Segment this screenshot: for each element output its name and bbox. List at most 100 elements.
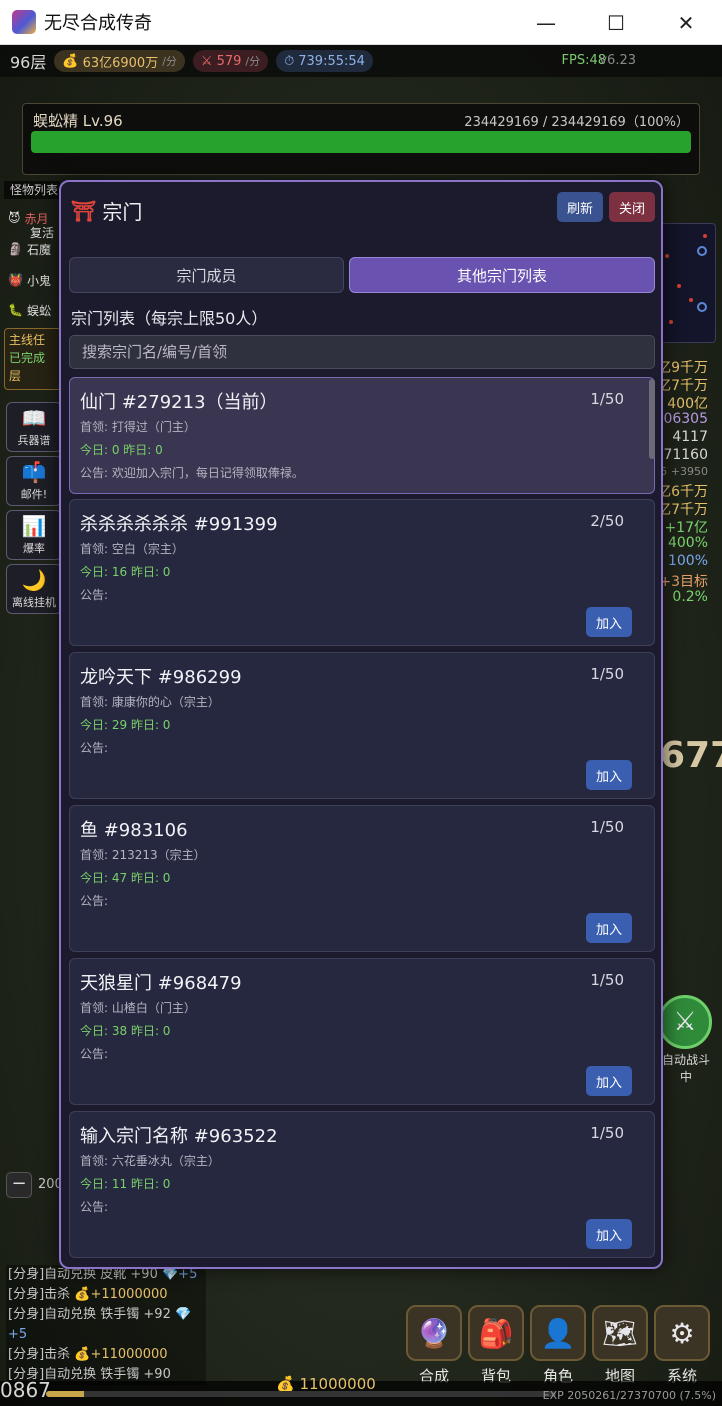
- centipede-icon: 🐛: [8, 303, 23, 317]
- sect-member-count: 1/50: [590, 971, 624, 989]
- stopwatch-icon: ⏱: [284, 53, 295, 69]
- battle-log: [分身]自动兑换 皮靴 +90 💎+5 [分身]击杀 💰+11000000 [分…: [6, 1265, 206, 1385]
- backpack-icon: 🎒: [468, 1305, 524, 1361]
- gold-rate-badge: 💰 63亿6900万 /分: [54, 50, 185, 72]
- monster-row[interactable]: 🗿 石魔: [8, 238, 62, 260]
- nav-map[interactable]: 🗺 地图: [592, 1305, 648, 1389]
- minimap-marker: [697, 246, 707, 256]
- drop-rate-label: 爆率: [23, 542, 45, 555]
- minimize-button[interactable]: —: [511, 0, 581, 45]
- timer-badge: ⏱ 739:55:54: [276, 50, 373, 72]
- sect-list: 仙门 #279213（当前） 1/50 首领: 打得过（门主） 今日: 0 昨日…: [69, 377, 655, 1259]
- monster-name: 蜈蚣: [26, 303, 51, 318]
- sect-modal: ⛩ 宗门 刷新 关闭 宗门成员 其他宗门列表 宗门列表（每宗上限50人） 仙门 …: [59, 180, 663, 1269]
- sect-member-count: 1/50: [590, 665, 624, 683]
- join-sect-button[interactable]: 加入: [586, 607, 632, 637]
- character-icon: 👤: [530, 1305, 586, 1361]
- sect-notice: 公告:: [80, 894, 109, 908]
- log-line: [分身]击杀 💰+11000000: [8, 1345, 206, 1365]
- weapon-codex-button[interactable]: 📖 兵器谱: [6, 402, 62, 452]
- join-sect-button[interactable]: 加入: [586, 1219, 632, 1249]
- join-sect-button[interactable]: 加入: [586, 913, 632, 943]
- tab-sect-members[interactable]: 宗门成员: [69, 257, 344, 293]
- demon-icon: 😈: [8, 211, 21, 225]
- nav-synthesize[interactable]: 🔮 合成: [406, 1305, 462, 1389]
- quest-floor: 层: [9, 369, 22, 383]
- sect-leader: 首领: 康康你的心（宗主）: [80, 695, 220, 709]
- sect-list-scrollbar[interactable]: [649, 379, 655, 459]
- bottom-nav: 🔮 合成 🎒 背包 👤 角色 🗺 地图 ⚙ 系统: [406, 1305, 722, 1389]
- sect-notice: 公告:: [80, 588, 109, 602]
- refresh-button[interactable]: 刷新: [557, 192, 603, 222]
- sect-member-count: 1/50: [590, 818, 624, 836]
- drop-rate-button[interactable]: 📊 爆率: [6, 510, 62, 560]
- minimap-enemy-dot: [689, 298, 693, 302]
- sect-notice: 公告: 欢迎加入宗门，每日记得领取俸禄。: [80, 466, 304, 480]
- close-modal-button[interactable]: 关闭: [609, 192, 655, 222]
- sect-card: 天狼星门 #968479 1/50 首领: 山楂白（门主） 今日: 38 昨日:…: [69, 958, 655, 1105]
- exp-text: EXP 2050261/27370700 (7.5%): [542, 1389, 716, 1402]
- monster-name: 石魔: [26, 242, 51, 257]
- boss-hp-text: 234429169 / 234429169（100%）: [464, 115, 689, 130]
- nav-system[interactable]: ⚙ 系统: [654, 1305, 710, 1389]
- gold-rate-unit: /分: [162, 55, 177, 68]
- minimap[interactable]: [654, 223, 716, 343]
- monster-row[interactable]: 👹 小鬼: [8, 269, 62, 291]
- sect-member-count: 2/50: [590, 512, 624, 530]
- join-sect-button[interactable]: 加入: [586, 760, 632, 790]
- minimap-enemy-dot: [665, 254, 669, 258]
- boss-hp-fill: [31, 131, 691, 153]
- log-line: [分身]自动兑换 铁手镯 +92 💎+5: [8, 1305, 206, 1345]
- close-window-button[interactable]: ✕: [651, 0, 721, 45]
- sect-card: 鱼 #983106 1/50 首领: 213213（宗主） 今日: 47 昨日:…: [69, 805, 655, 952]
- tab-other-sects[interactable]: 其他宗门列表: [349, 257, 655, 293]
- torii-icon: ⛩: [71, 198, 97, 223]
- crossed-swords-icon: ⚔: [200, 53, 213, 69]
- sect-name: 龙吟天下 #986299: [80, 667, 242, 688]
- window-title: 无尽合成传奇: [44, 13, 152, 34]
- sect-stats: 今日: 29 昨日: 0: [80, 718, 171, 732]
- mail-label: 邮件!: [20, 488, 48, 501]
- sect-leader: 首领: 空白（宗主）: [80, 542, 184, 556]
- join-sect-button[interactable]: 加入: [586, 1066, 632, 1096]
- log-text: [分身]击杀: [8, 1287, 75, 1302]
- minimap-enemy-dot: [669, 320, 673, 324]
- gold-rate-value: 63亿6900万: [82, 55, 159, 71]
- timer-value: 739:55:54: [298, 53, 365, 69]
- sect-card-current[interactable]: 仙门 #279213（当前） 1/50 首领: 打得过（门主） 今日: 0 昨日…: [69, 377, 655, 494]
- book-icon: 📖: [21, 406, 47, 430]
- main-quest-box[interactable]: 主线任 已完成 层: [4, 328, 62, 390]
- app-icon: [12, 10, 36, 34]
- monster-row[interactable]: 🐛 蜈蚣: [8, 299, 62, 321]
- log-line: [分身]击杀 💰+11000000: [8, 1285, 206, 1305]
- crystal-ball-icon: 🔮: [406, 1305, 462, 1361]
- maximize-button[interactable]: ☐: [581, 0, 651, 45]
- offline-idle-button[interactable]: 🌙 离线挂机: [6, 564, 62, 614]
- mail-button[interactable]: 📫 邮件!: [6, 456, 62, 506]
- window-titlebar: 无尽合成传奇 — ☐ ✕: [0, 0, 722, 45]
- sect-stats: 今日: 16 昨日: 0: [80, 565, 171, 579]
- sect-name: 输入宗门名称 #963522: [80, 1126, 278, 1147]
- auto-battle-label: 自动战斗中: [661, 1053, 710, 1084]
- sect-member-count: 1/50: [590, 1124, 624, 1142]
- sect-search-input[interactable]: [69, 335, 655, 369]
- exp-bar: [46, 1391, 556, 1397]
- damage-number: 677: [660, 735, 722, 776]
- log-text: [分身]自动兑换 皮靴 +90: [8, 1267, 162, 1282]
- sect-leader: 首领: 213213（宗主）: [80, 848, 206, 862]
- sect-stats: 今日: 11 昨日: 0: [80, 1177, 171, 1191]
- minimap-enemy-dot: [703, 234, 707, 238]
- nav-character[interactable]: 👤 角色: [530, 1305, 586, 1389]
- nav-backpack[interactable]: 🎒 背包: [468, 1305, 524, 1389]
- log-text: [分身]击杀: [8, 1347, 75, 1362]
- sect-card: 杀杀杀杀杀杀 #991399 2/50 首领: 空白（宗主） 今日: 16 昨日…: [69, 499, 655, 646]
- speed-decrease-button[interactable]: −: [6, 1172, 32, 1198]
- sect-stats: 今日: 38 昨日: 0: [80, 1024, 171, 1038]
- minimap-enemy-dot: [677, 284, 681, 288]
- quest-status: 已完成: [9, 351, 46, 365]
- quest-title: 主线任: [9, 333, 46, 347]
- auto-battle-button[interactable]: ⚔ 自动战斗中: [658, 995, 714, 1084]
- sect-list-title: 宗门列表（每宗上限50人）: [71, 309, 268, 328]
- log-reward: 💰+11000000: [74, 1287, 168, 1302]
- sect-name: 鱼 #983106: [80, 820, 188, 841]
